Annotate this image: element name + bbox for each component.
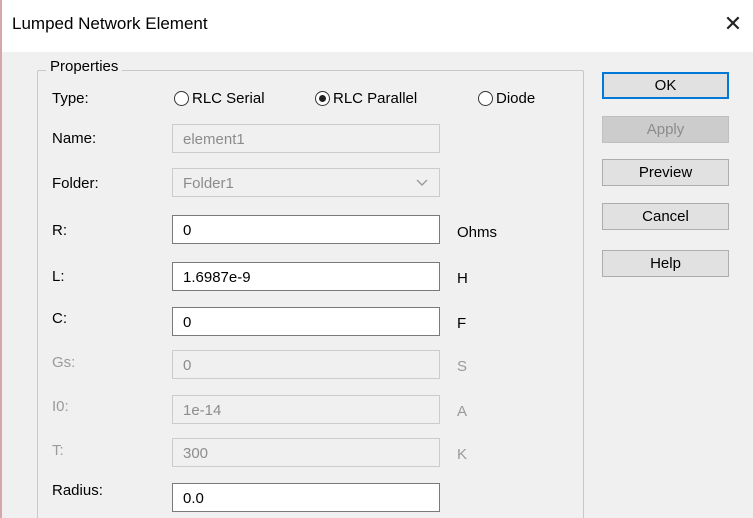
l-label: L: — [52, 268, 65, 285]
apply-button[interactable]: Apply — [602, 116, 729, 143]
radio-rlc-serial[interactable]: RLC Serial — [174, 90, 265, 107]
l-input[interactable]: 1.6987e-9 — [172, 262, 440, 291]
i0-label: I0: — [52, 398, 69, 415]
ok-button[interactable]: OK — [602, 72, 729, 99]
folder-select-value: Folder1 — [183, 175, 234, 192]
r-unit: Ohms — [457, 224, 498, 241]
name-label: Name: — [52, 130, 97, 147]
radio-icon — [315, 91, 330, 106]
close-icon[interactable]: ✕ — [720, 10, 746, 38]
r-input[interactable]: 0 — [172, 215, 440, 244]
type-label: Type: — [52, 90, 89, 107]
gs-unit: S — [457, 358, 468, 375]
title-bar: Lumped Network Element ✕ — [2, 0, 753, 52]
gs-label: Gs: — [52, 354, 76, 371]
c-input[interactable]: 0 — [172, 307, 440, 336]
t-input[interactable]: 300 — [172, 438, 440, 467]
radio-diode-label: Diode — [496, 90, 536, 107]
help-button[interactable]: Help — [602, 250, 729, 277]
folder-label: Folder: — [52, 175, 99, 192]
c-unit: F — [457, 315, 467, 332]
lumped-network-element-dialog: Lumped Network Element ✕ Properties Type… — [0, 0, 753, 518]
window-title: Lumped Network Element — [12, 14, 208, 33]
radius-input[interactable]: 0.0 — [172, 483, 440, 512]
properties-group-label: Properties — [46, 58, 123, 75]
radio-rlc-serial-label: RLC Serial — [192, 90, 265, 107]
radio-icon — [174, 91, 189, 106]
t-unit: K — [457, 446, 468, 463]
r-label: R: — [52, 222, 67, 239]
radio-diode[interactable]: Diode — [478, 90, 535, 107]
gs-input[interactable]: 0 — [172, 350, 440, 379]
chevron-down-icon — [416, 179, 428, 186]
c-label: C: — [52, 310, 67, 327]
name-input[interactable]: element1 — [172, 124, 440, 153]
t-label: T: — [52, 442, 64, 459]
radio-rlc-parallel[interactable]: RLC Parallel — [315, 90, 417, 107]
cancel-button[interactable]: Cancel — [602, 203, 729, 230]
l-unit: H — [457, 270, 468, 287]
i0-unit: A — [457, 403, 468, 420]
radio-icon — [478, 91, 493, 106]
preview-button[interactable]: Preview — [602, 159, 729, 186]
radius-label: Radius: — [52, 482, 103, 499]
i0-input[interactable]: 1e-14 — [172, 395, 440, 424]
folder-select[interactable]: Folder1 — [172, 168, 440, 197]
radio-rlc-parallel-label: RLC Parallel — [333, 90, 418, 107]
